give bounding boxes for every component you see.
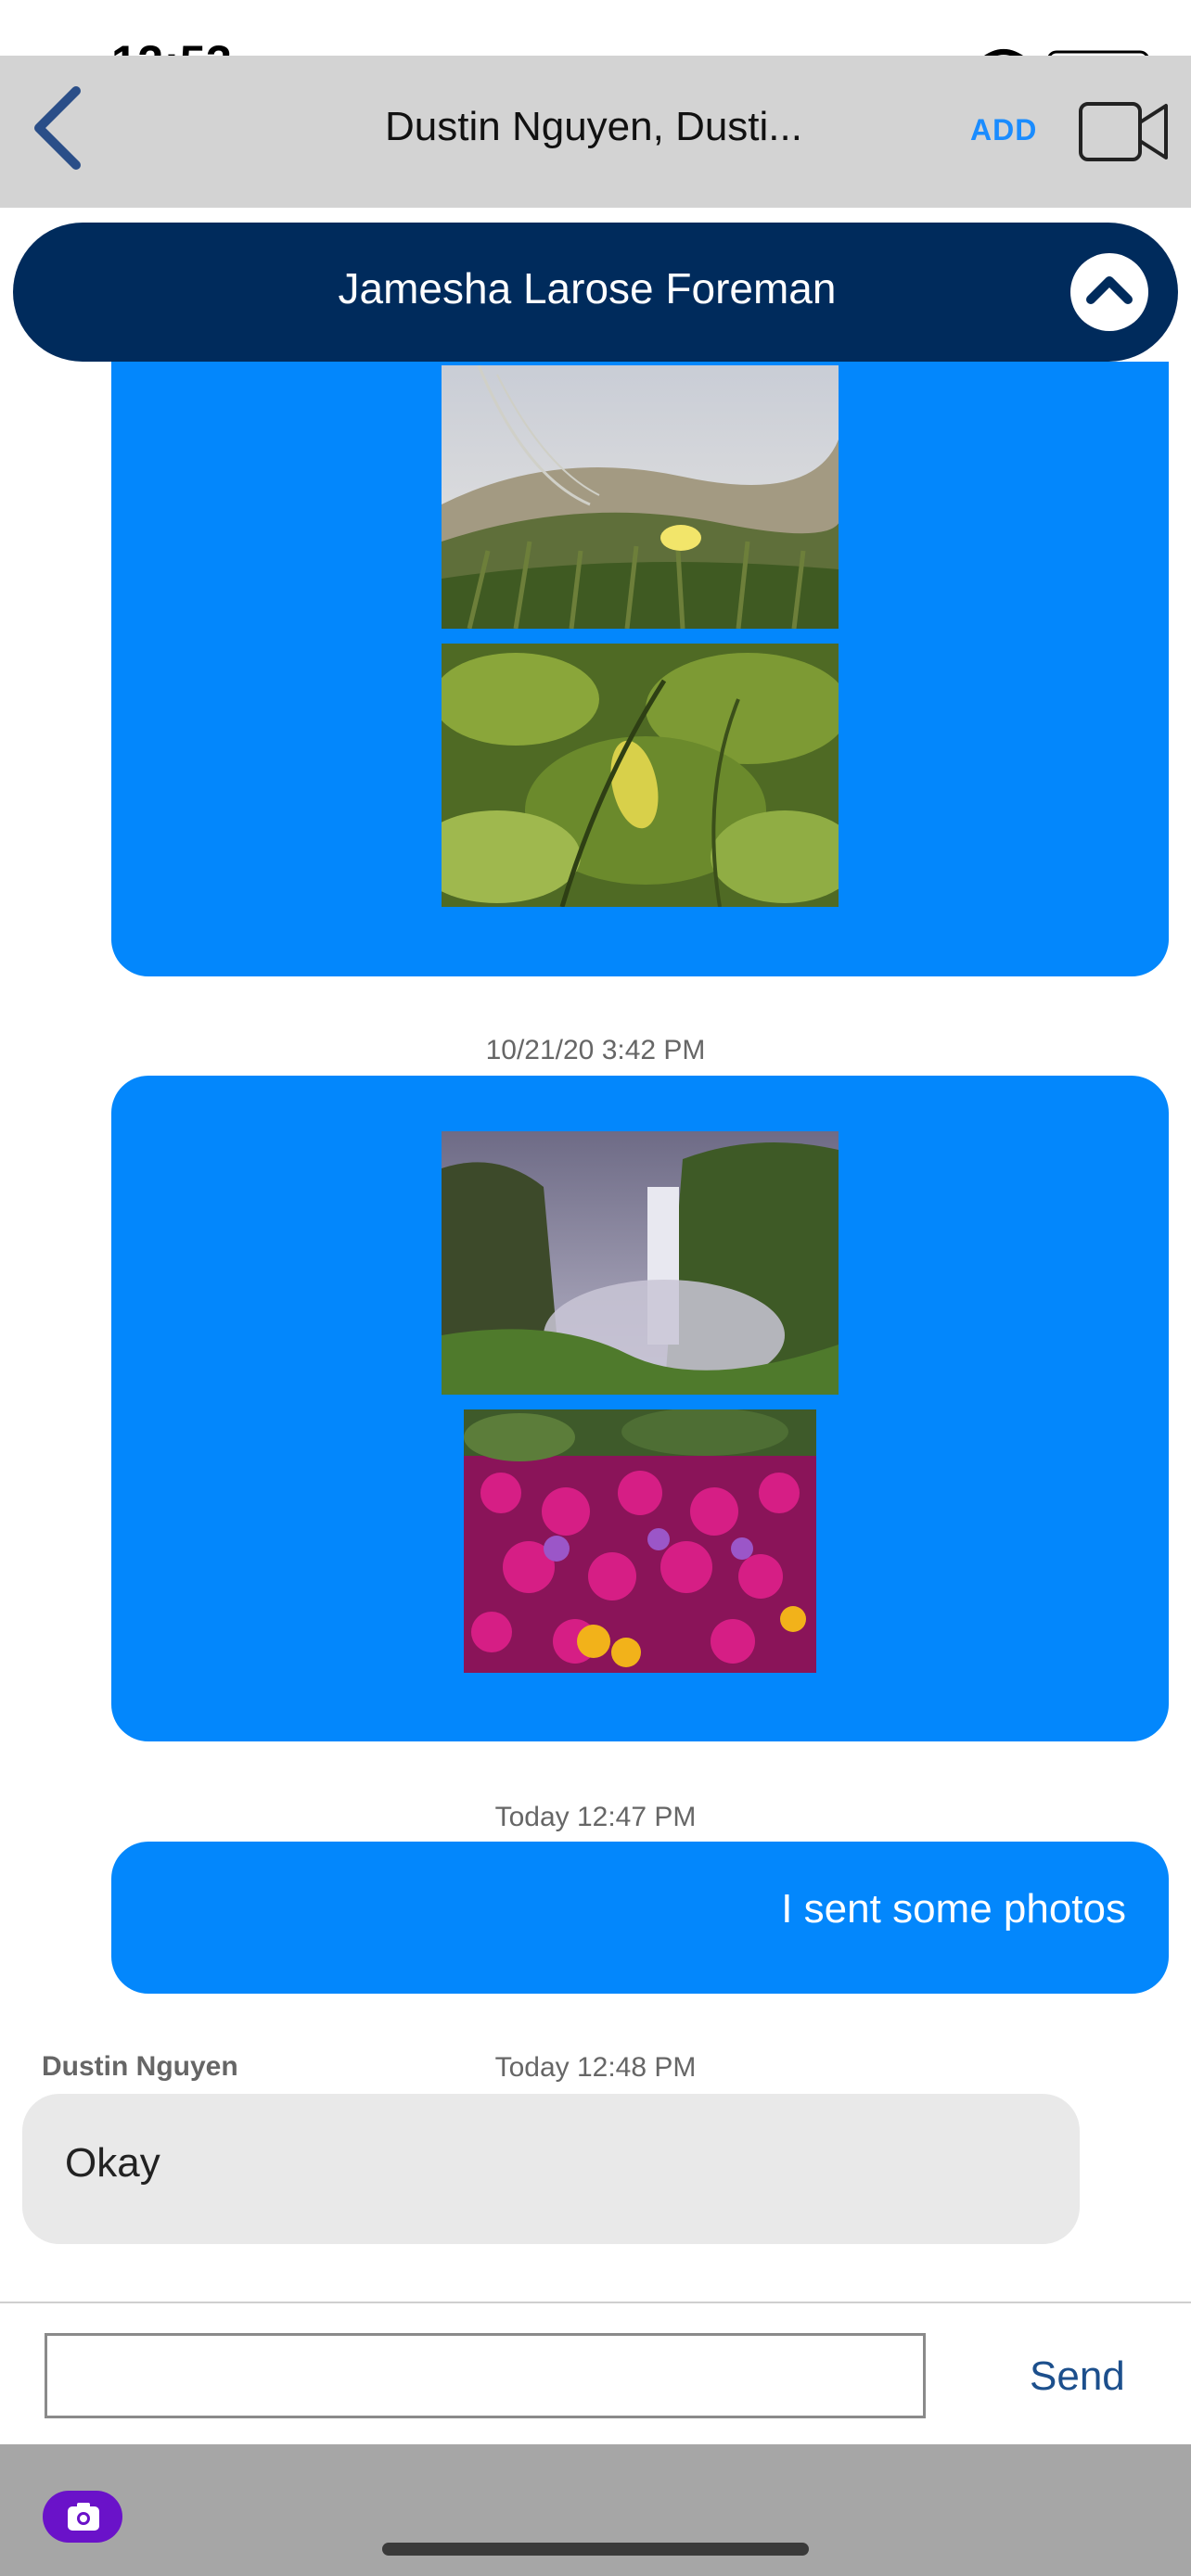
waterfall-photo[interactable] <box>442 1131 839 1395</box>
dune-grass-photo[interactable] <box>442 365 839 629</box>
sent-photo-bubble[interactable] <box>111 362 1169 976</box>
home-indicator[interactable] <box>382 2543 809 2556</box>
pink-flowers-photo[interactable] <box>464 1409 816 1673</box>
participant-name: Jamesha Larose Foreman <box>338 264 837 312</box>
message-text: Okay <box>65 2140 160 2186</box>
message-timestamp: Today 12:48 PM <box>494 2052 697 2083</box>
message-input[interactable] <box>45 2333 926 2418</box>
chevron-up-icon <box>1086 276 1133 304</box>
add-button[interactable]: ADD <box>970 113 1037 147</box>
camera-button[interactable] <box>43 2491 122 2543</box>
message-text: I sent some photos <box>781 1886 1126 1932</box>
conversation-title[interactable]: Dustin Nguyen, Dusti... <box>306 104 881 150</box>
received-text-bubble[interactable]: Okay <box>22 2094 1080 2244</box>
send-button[interactable]: Send <box>1030 2353 1125 2400</box>
collapse-toggle-button[interactable] <box>1070 253 1148 331</box>
bottom-toolbar <box>0 2444 1191 2576</box>
message-timestamp: 10/21/20 3:42 PM <box>485 1035 706 1065</box>
sent-text-bubble[interactable]: I sent some photos <box>111 1842 1169 1994</box>
back-chevron-icon[interactable] <box>22 82 96 174</box>
message-timestamp: Today 12:47 PM <box>494 1802 697 1832</box>
green-leaves-photo[interactable] <box>442 644 839 907</box>
camera-icon <box>68 2503 99 2531</box>
video-camera-icon[interactable] <box>1078 100 1169 163</box>
participant-banner[interactable]: Jamesha Larose Foreman <box>13 223 1178 362</box>
sent-photo-bubble[interactable] <box>111 1076 1169 1741</box>
message-composer: Send <box>0 2303 1191 2444</box>
